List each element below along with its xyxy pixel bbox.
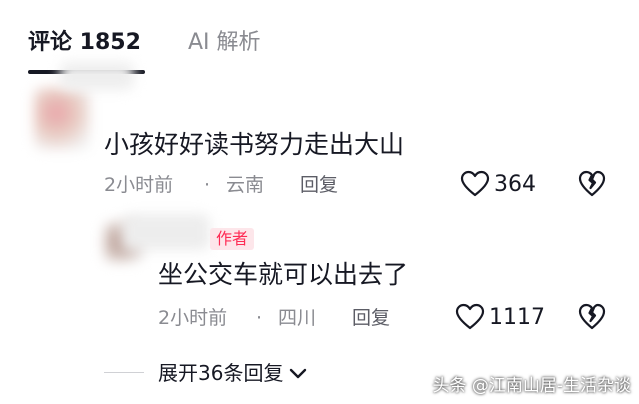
reply-location: 四川	[278, 307, 317, 329]
author-badge: 作者	[210, 228, 255, 250]
dislike-button[interactable]	[578, 170, 606, 198]
reply-time: 2小时前	[158, 307, 228, 329]
like-count: 364	[494, 171, 536, 197]
reply-text: 坐公交车就可以出去了	[158, 260, 409, 289]
broken-heart-icon	[578, 303, 606, 331]
reply-button[interactable]: 回复	[352, 305, 390, 331]
expand-replies-button[interactable]: 展开36条回复	[158, 360, 307, 386]
like-count: 1117	[489, 304, 545, 330]
expand-replies-label: 展开36条回复	[158, 361, 284, 385]
meta-separator: ·	[204, 174, 211, 196]
tab-ai-analysis[interactable]: AI 解析	[188, 28, 261, 58]
chevron-down-icon	[289, 360, 307, 386]
meta-separator: ·	[256, 307, 263, 329]
comment-location: 云南	[226, 174, 265, 196]
comment-text: 小孩好好读书努力走出大山	[104, 130, 405, 159]
reply-username[interactable]	[122, 214, 210, 250]
heart-icon	[455, 303, 485, 331]
dislike-button[interactable]	[578, 303, 606, 331]
expand-divider	[104, 372, 144, 373]
username[interactable]	[60, 62, 134, 90]
avatar[interactable]	[34, 88, 90, 150]
comment-time: 2小时前	[104, 174, 174, 196]
heart-icon	[460, 170, 490, 198]
like-button[interactable]: 364	[460, 170, 536, 198]
broken-heart-icon	[578, 170, 606, 198]
tab-comments[interactable]: 评论 1852	[28, 28, 141, 58]
like-button[interactable]: 1117	[455, 303, 545, 331]
watermark: 头条 @江南山居-生活杂谈	[432, 376, 631, 396]
reply-button[interactable]: 回复	[300, 172, 338, 198]
